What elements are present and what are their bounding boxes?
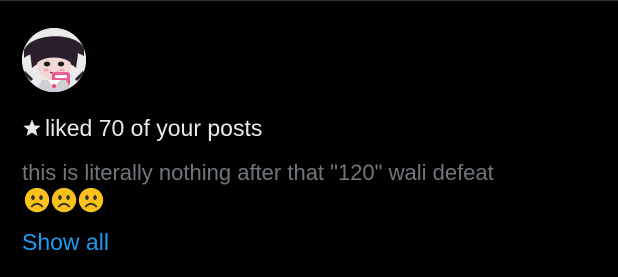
notification-item[interactable]: liked 70 of your posts this is literally… [0,1,618,277]
avatar-image [22,28,86,92]
emoji-group [24,187,105,220]
avatar[interactable] [22,28,86,92]
notification-headline: liked 70 of your posts [22,114,262,142]
show-all-link[interactable]: Show all [22,228,109,256]
post-preview[interactable]: this is literally nothing after that "12… [22,158,582,220]
post-preview-text: this is literally nothing after that "12… [22,160,494,185]
star-icon [23,119,41,136]
frowning-face-icon [78,187,104,213]
frowning-face-icon [24,187,50,213]
notification-action-text: liked 70 of your posts [45,115,263,141]
frowning-face-icon [51,187,77,213]
